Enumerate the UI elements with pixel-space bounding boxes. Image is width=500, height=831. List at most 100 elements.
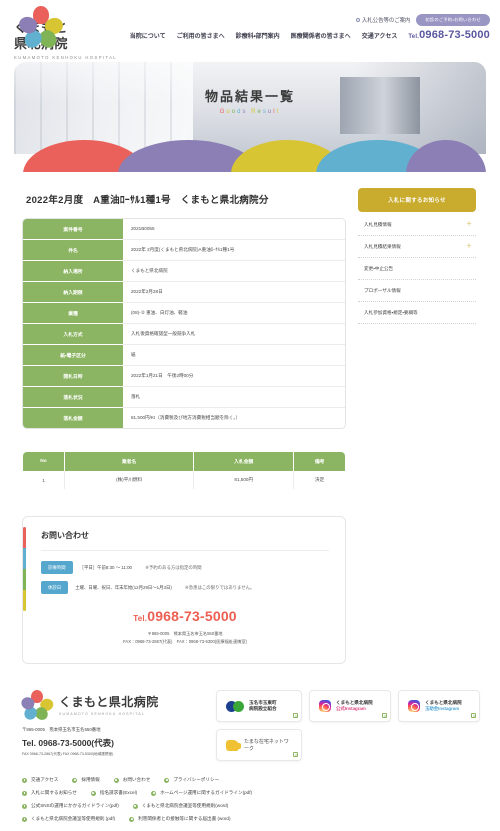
footer-link-website-guideline[interactable]: ホームページ運用に関するガイドライン(pdf): [151, 790, 252, 796]
table-row: 業種 (08)-② 重油、白灯油、軽油: [23, 303, 345, 324]
footer-link-stakeholder-contact-form[interactable]: 利害関係者との接触等に関する届出書 (word): [129, 816, 230, 822]
nav-item-about[interactable]: 当院について: [130, 31, 166, 40]
table-row: 開札日時 2022年1月21日 午後2時00分: [23, 366, 345, 387]
row-value: 2021B0055: [123, 219, 345, 240]
footer-telephone[interactable]: Tel. 0968-73-5000(代表): [22, 737, 202, 749]
header-telephone[interactable]: Tel.0968-73-5000: [408, 29, 490, 41]
external-link-icon: [293, 752, 298, 758]
closed-days-row: 休診日 土曜、日曜、祝日、年末年始(12月29日～1月3日) ※急患はこの限りで…: [41, 581, 329, 594]
instagram-icon: [408, 700, 420, 713]
nav-item-visitors[interactable]: ご利用の皆さまへ: [177, 31, 225, 40]
contact-fax: FAX：0968-73-2867(代表) FAX：0968-73-5300(医療…: [123, 638, 247, 644]
sidebar-item-bid-result-info[interactable]: 入札見積結果情報 ＋: [358, 236, 476, 258]
row-label: 落札状況: [23, 387, 123, 408]
contact-telephone[interactable]: Tel.0968-73-5000: [41, 608, 329, 624]
banner-text: 玉名市玉東町 病院設立組合: [249, 700, 277, 712]
plus-icon[interactable]: ＋: [466, 244, 472, 250]
sidebar-item-proposal-info[interactable]: プロポーザル情報: [358, 280, 476, 302]
footer-link-privacy[interactable]: プライバシーポリシー: [164, 777, 219, 783]
banner-recruit-instagram[interactable]: くまもと県北病院 玉助会Instagram: [398, 690, 480, 723]
bid-result-body: 1 (株)平川燃料 81,500円 決定: [23, 471, 345, 489]
banner-line1: くまもと県北病院: [336, 699, 373, 705]
sidebar-item-label: 入札見積情報: [364, 222, 392, 227]
row-label: 納入場所: [23, 261, 123, 282]
sidebar-item-change-cancel-notice[interactable]: 変更・中止公告: [358, 258, 476, 280]
contact-postal: 〒865-0005 熊本県玉名市玉名550番地: [147, 631, 223, 636]
sidebar-item-bid-quote-info[interactable]: 入札見積情報 ＋: [358, 214, 476, 236]
table-row: 紙・電子区分 紙: [23, 345, 345, 366]
bullet-icon: [164, 777, 170, 783]
banner-tamana-union[interactable]: 玉名市玉東町 病院設立組合: [216, 690, 302, 723]
row-value: 入札後資格確認型一般競争入札: [123, 324, 345, 345]
footer-logo-text: くまもと県北病院 KUMAMOTO KENHOKU HOSPITAL: [59, 693, 159, 716]
footer-postal: 〒865-0005 熊本県玉名市玉名550番地: [22, 727, 101, 733]
row-label: 開札日時: [23, 366, 123, 387]
header-tel-prefix: Tel.: [408, 34, 420, 40]
row-label: 納入期限: [23, 282, 123, 303]
row-value: 81,500円/KI（消費税及び地方消費税相当額を除く。）: [123, 408, 345, 428]
row-label: 落札金額: [23, 408, 123, 428]
nav-item-departments[interactable]: 診療科・部門案内: [236, 31, 280, 40]
footer-link-meeting-room-rules-pdf[interactable]: くまもと県北病院会議室等使用規則 (pdf): [22, 816, 115, 822]
banner-line2: 公式Instagram: [336, 706, 366, 712]
reservation-inquiry-button[interactable]: 初診のご予約・お問い合わせ: [416, 14, 490, 26]
banner-line2: 玉助会Instagram: [425, 706, 460, 712]
table-row: 納入期限 2022年2月28日: [23, 282, 345, 303]
bullet-icon: [22, 790, 27, 796]
hero-color-arcs: [14, 140, 486, 175]
cell-vendor: (株)平川燃料: [64, 471, 195, 489]
row-value: 2022年 2月度(くまもと県北病院)A重油ﾛｰｻﾙ1種1号: [123, 240, 345, 261]
closed-text: 土曜、日曜、祝日、年末年始(12月29日～1月3日) ※急患はこの限りではありま…: [75, 585, 254, 591]
footer-logo[interactable]: くまもと県北病院 KUMAMOTO KENHOKU HOSPITAL: [19, 690, 202, 723]
header-tel-number: 0968-73-5000: [419, 29, 490, 41]
closed-note: ※急患はこの限りではありません。: [185, 584, 255, 590]
footer-link-recruit[interactable]: 採用情報: [72, 777, 100, 783]
external-link-icon: [471, 713, 476, 719]
hero-title-en: Goods Result: [219, 109, 281, 115]
plus-icon[interactable]: ＋: [466, 222, 472, 228]
footer-logo-jp: くまもと県北病院: [59, 695, 159, 710]
footer-link-label: 利害関係者との接触等に関する届出書 (word): [138, 816, 231, 822]
sidebar-item-qualification[interactable]: 入札参加資格・規定・要綱等: [358, 302, 476, 324]
gg-logo-icon: [226, 700, 244, 712]
nav-item-access[interactable]: 交通アクセス: [362, 31, 398, 40]
bullet-icon: [129, 816, 135, 822]
bullet-icon: [151, 790, 157, 796]
banner-line1: くまもと県北病院: [425, 699, 462, 705]
footer-link-quote-request[interactable]: 指名請求書(Excel): [90, 790, 137, 796]
footer-link-meeting-room-rules-word[interactable]: くまもと県北病院会議室等使用規則(word): [132, 803, 228, 809]
sidebar: 入札に関するお知らせ 入札見積情報 ＋ 入札見積結果情報 ＋ 変更・中止公告 プ…: [358, 188, 476, 490]
bid-notice-link[interactable]: 入札公告等のご案内: [355, 16, 411, 24]
table-row: 落札金額 81,500円/KI（消費税及び地方消費税相当額を除く。）: [23, 408, 345, 428]
banner-line2: 病院設立組合: [249, 706, 277, 712]
divider: [41, 550, 329, 551]
sidebar-item-label: 入札見積結果情報: [364, 244, 401, 249]
banner-official-instagram[interactable]: くまもと県北病院 公式Instagram: [309, 690, 391, 723]
banner-line1: たまな在宅ネットワーク: [244, 739, 289, 753]
cell-amount: 81,500円: [193, 471, 295, 489]
footer-link-row: 交通アクセス 採用情報 お問い合わせ プライバシーポリシー: [22, 777, 486, 783]
footer-link-bid-news[interactable]: 入札に関するお知らせ: [22, 790, 77, 796]
footer-logo-en: KUMAMOTO KENHOKU HOSPITAL: [59, 712, 145, 717]
cell-note: 決定: [315, 477, 325, 482]
footer-link-sns-guideline[interactable]: 公式SNSの運用にかかるガイドライン(pdf): [22, 803, 119, 809]
footer-link-label: 採用情報: [81, 777, 100, 783]
bullet-icon: [355, 18, 360, 22]
header-logo[interactable]: くまもと 県北病院 KUMAMOTO KENHOKU HOSPITAL: [14, 6, 126, 60]
hours-note: ※予約のある方は指定の時間: [145, 564, 202, 570]
contact-card: お問い合わせ 診療時間 ［平日］午前8:30 ～ 11:00 ※予約のある方は指…: [22, 516, 346, 665]
bid-notice-label: 入札公告等のご案内: [361, 18, 411, 24]
sidebar-heading: 入札に関するお知らせ: [358, 188, 476, 212]
banner-text: くまもと県北病院 公式Instagram: [336, 700, 373, 712]
contact-tel-prefix: Tel.: [133, 614, 148, 623]
banner-text: くまもと県北病院 玉助会Instagram: [425, 700, 462, 712]
banner-tamana-home-network[interactable]: たまな在宅ネットワーク: [216, 729, 302, 762]
hospital-flower-logo-icon: [16, 6, 66, 52]
bid-detail-body: 案件番号 2021B0055 件名 2022年 2月度(くまもと県北病院)A重油…: [23, 219, 345, 428]
row-label: 入札方式: [23, 324, 123, 345]
footer-link-access[interactable]: 交通アクセス: [22, 777, 58, 783]
page-title: 2022年2月度 A重油ﾛｰｻﾙ1種1号 くまもと県北病院分: [26, 195, 269, 206]
nav-item-medical-staff[interactable]: 医療関係者の皆さまへ: [291, 31, 351, 40]
footer-link-contact[interactable]: お問い合わせ: [113, 777, 150, 783]
sidebar-item-label: 入札参加資格・規定・要綱等: [364, 310, 418, 315]
